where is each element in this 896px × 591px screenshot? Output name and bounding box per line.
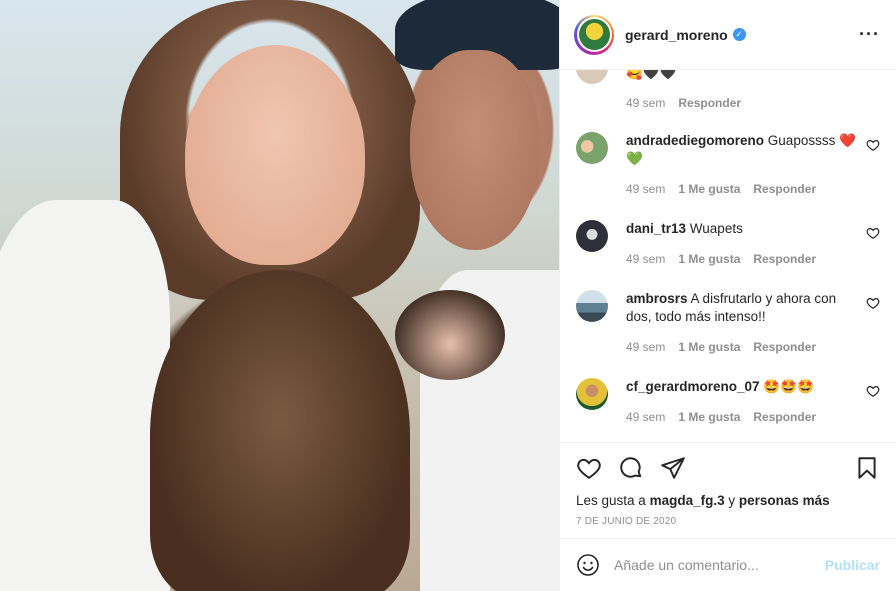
save-bookmark-icon[interactable] (854, 455, 880, 481)
comment-likes[interactable]: 1 Me gusta (678, 252, 740, 266)
photo-child (150, 270, 410, 591)
comment-body: ambrosrs A disfrutarlo y ahora con dos, … (626, 290, 882, 354)
comment-item: andradediegomoreno Guapossss ❤️💚 49 sem … (576, 132, 882, 196)
post-username[interactable]: gerard_moreno (625, 27, 728, 43)
publish-button[interactable]: Publicar (825, 557, 880, 573)
avatar-image (578, 19, 610, 50)
comment-bubble-icon[interactable] (618, 455, 644, 481)
comment-item: ambrosrs A disfrutarlo y ahora con dos, … (576, 290, 882, 354)
comment-meta: 49 sem 1 Me gusta Responder (626, 410, 882, 424)
comment-avatar[interactable] (576, 378, 608, 410)
reply-button[interactable]: Responder (753, 182, 816, 196)
reply-button[interactable]: Responder (753, 252, 816, 266)
comment-item: 🥰🖤🖤 49 sem Responder (576, 70, 882, 110)
comment-time[interactable]: 49 sem (626, 252, 665, 266)
comment-text-wrap: ambrosrs A disfrutarlo y ahora con dos, … (626, 290, 882, 326)
comment-username[interactable]: cf_gerardmoreno_07 (626, 379, 760, 394)
photo-shirt-left (0, 200, 170, 591)
post-header: gerard_moreno ✓ ··· (560, 0, 896, 70)
post-date[interactable]: 7 DE JUNIO DE 2020 (576, 516, 880, 527)
comment-text-wrap: cf_gerardmoreno_07 🤩🤩🤩 (626, 378, 882, 396)
reply-button[interactable]: Responder (753, 340, 816, 354)
more-options-icon[interactable]: ··· (859, 24, 880, 45)
emoji-icon[interactable] (576, 553, 600, 577)
photo-baby (395, 290, 505, 380)
comment-time[interactable]: 49 sem (626, 96, 665, 110)
verified-badge-icon: ✓ (732, 28, 746, 41)
comment-meta: 49 sem 1 Me gusta Responder (626, 182, 882, 196)
comment-body: cf_gerardmoreno_07 🤩🤩🤩 49 sem 1 Me gusta… (626, 378, 882, 424)
post-side-panel: gerard_moreno ✓ ··· 🥰🖤🖤 49 sem Responder (559, 0, 896, 591)
share-send-icon[interactable] (660, 455, 686, 481)
comment-like-heart-icon[interactable] (866, 384, 880, 398)
post-actions: Les gusta a magda_fg.3 y personas más 7 … (560, 442, 896, 527)
likes-others-link[interactable]: personas más (739, 493, 830, 508)
post-photo[interactable] (0, 0, 559, 591)
add-comment-bar: Publicar (560, 538, 896, 591)
comment-text-wrap: andradediegomoreno Guapossss ❤️💚 (626, 132, 882, 168)
comment-text-wrap: 🥰🖤🖤 (626, 70, 882, 82)
comment-input[interactable] (614, 557, 825, 573)
comment-username[interactable]: ambrosrs (626, 291, 688, 306)
comment-like-heart-icon[interactable] (866, 138, 880, 152)
likes-prefix: Les gusta a (576, 493, 646, 508)
comment-body: andradediegomoreno Guapossss ❤️💚 49 sem … (626, 132, 882, 196)
comment-text: Wuapets (689, 221, 743, 236)
comment-text-wrap: dani_tr13 Wuapets (626, 220, 882, 238)
comment-avatar[interactable] (576, 70, 608, 84)
reply-button[interactable]: Responder (678, 96, 741, 110)
photo-face-woman (185, 45, 365, 265)
comment-body: 🥰🖤🖤 49 sem Responder (626, 70, 882, 110)
action-buttons-row (576, 453, 880, 483)
photo-face-man (410, 50, 540, 250)
comment-meta: 49 sem 1 Me gusta Responder (626, 340, 882, 354)
comment-username[interactable]: andradediegomoreno (626, 133, 764, 148)
comment-avatar[interactable] (576, 290, 608, 322)
comment-time[interactable]: 49 sem (626, 410, 665, 424)
comment-username[interactable]: dani_tr13 (626, 221, 686, 236)
comment-likes[interactable]: 1 Me gusta (678, 182, 740, 196)
comments-list[interactable]: 🥰🖤🖤 49 sem Responder andradediegomoreno … (560, 70, 896, 442)
comment-time[interactable]: 49 sem (626, 182, 665, 196)
like-heart-icon[interactable] (576, 455, 602, 481)
comment-likes[interactable]: 1 Me gusta (678, 340, 740, 354)
comment-meta: 49 sem Responder (626, 96, 882, 110)
avatar-border (576, 17, 612, 52)
reply-button[interactable]: Responder (753, 410, 816, 424)
likes-user-link[interactable]: magda_fg.3 (650, 493, 725, 508)
comment-avatar[interactable] (576, 220, 608, 252)
comment-text: 🥰🖤🖤 (626, 70, 677, 80)
comment-body: dani_tr13 Wuapets 49 sem 1 Me gusta Resp… (626, 220, 882, 266)
likes-summary: Les gusta a magda_fg.3 y personas más (576, 493, 880, 508)
comment-meta: 49 sem 1 Me gusta Responder (626, 252, 882, 266)
comment-item: cf_gerardmoreno_07 🤩🤩🤩 49 sem 1 Me gusta… (576, 378, 882, 424)
likes-and: y (728, 493, 736, 508)
profile-avatar[interactable] (574, 14, 614, 55)
comment-text: 🤩🤩🤩 (763, 379, 814, 394)
comment-time[interactable]: 49 sem (626, 340, 665, 354)
comment-like-heart-icon[interactable] (866, 226, 880, 240)
comment-like-heart-icon[interactable] (866, 296, 880, 310)
comment-item: dani_tr13 Wuapets 49 sem 1 Me gusta Resp… (576, 220, 882, 266)
instagram-post: gerard_moreno ✓ ··· 🥰🖤🖤 49 sem Responder (0, 0, 896, 591)
comment-likes[interactable]: 1 Me gusta (678, 410, 740, 424)
comment-avatar[interactable] (576, 132, 608, 164)
